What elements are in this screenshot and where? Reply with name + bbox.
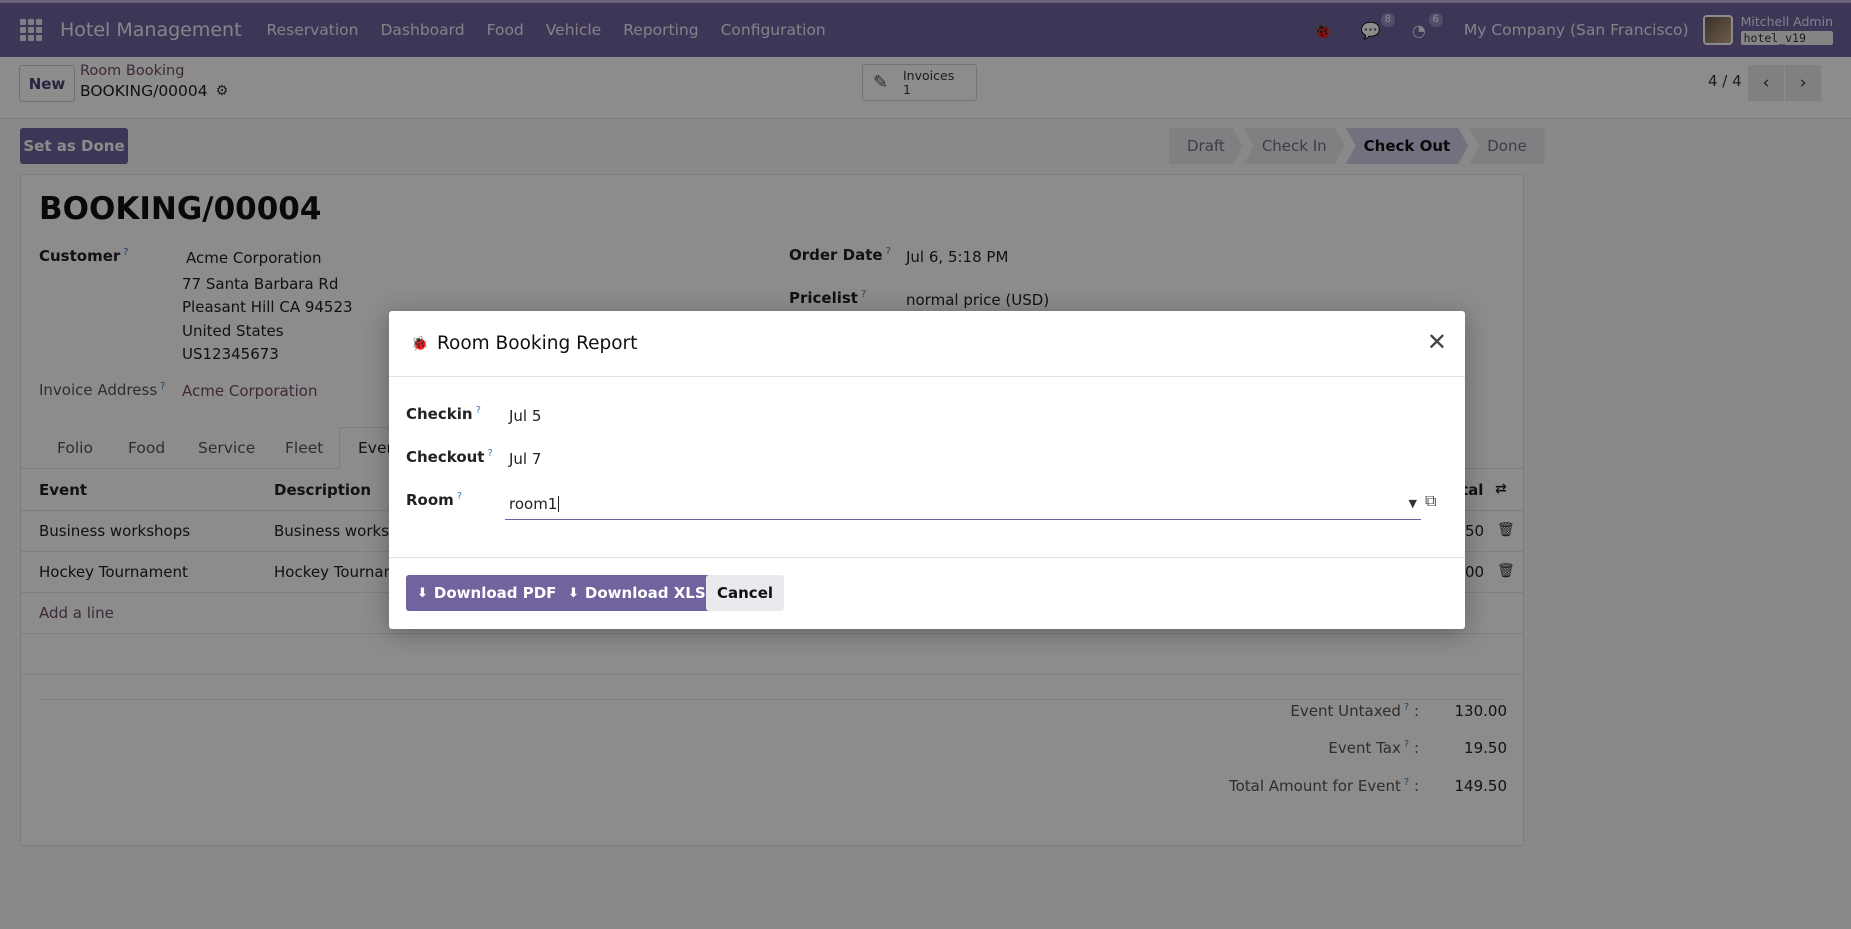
download-pdf-label: Download PDF	[433, 584, 557, 602]
checkin-label: Checkin?	[406, 405, 481, 423]
download-pdf-button[interactable]: ⬇ Download PDF	[406, 575, 568, 611]
checkout-label-text: Checkout	[406, 448, 485, 466]
external-link-icon[interactable]: ⧉	[1425, 491, 1436, 511]
bug-icon: 🐞	[411, 335, 429, 352]
dialog-footer: ⬇ Download PDF ⬇ Download XLS Cancel	[389, 557, 1465, 629]
help-icon[interactable]: ?	[457, 491, 462, 502]
checkin-field[interactable]: Jul 5	[509, 407, 541, 425]
room-label-text: Room	[406, 491, 454, 509]
help-icon[interactable]: ?	[487, 448, 492, 459]
dialog-header: 🐞 Room Booking Report ✕	[389, 311, 1465, 377]
text-cursor	[558, 496, 560, 512]
room-label: Room?	[406, 491, 462, 509]
room-input-value: room1	[509, 495, 558, 513]
room-booking-report-dialog: 🐞 Room Booking Report ✕ Checkin? Jul 5 C…	[389, 311, 1465, 629]
close-icon[interactable]: ✕	[1427, 330, 1447, 354]
checkout-label: Checkout?	[406, 448, 493, 466]
help-icon[interactable]: ?	[476, 405, 481, 416]
cancel-button[interactable]: Cancel	[706, 575, 785, 611]
caret-down-icon[interactable]: ▼	[1409, 497, 1417, 510]
download-xls-button[interactable]: ⬇ Download XLS	[557, 575, 717, 611]
dialog-title: Room Booking Report	[437, 333, 638, 354]
download-icon: ⬇	[417, 585, 428, 601]
checkin-label-text: Checkin	[406, 405, 473, 423]
download-icon: ⬇	[568, 585, 579, 601]
room-input[interactable]: room1 ▼	[505, 489, 1421, 520]
download-xls-label: Download XLS	[584, 584, 706, 602]
checkout-field[interactable]: Jul 7	[509, 450, 541, 468]
